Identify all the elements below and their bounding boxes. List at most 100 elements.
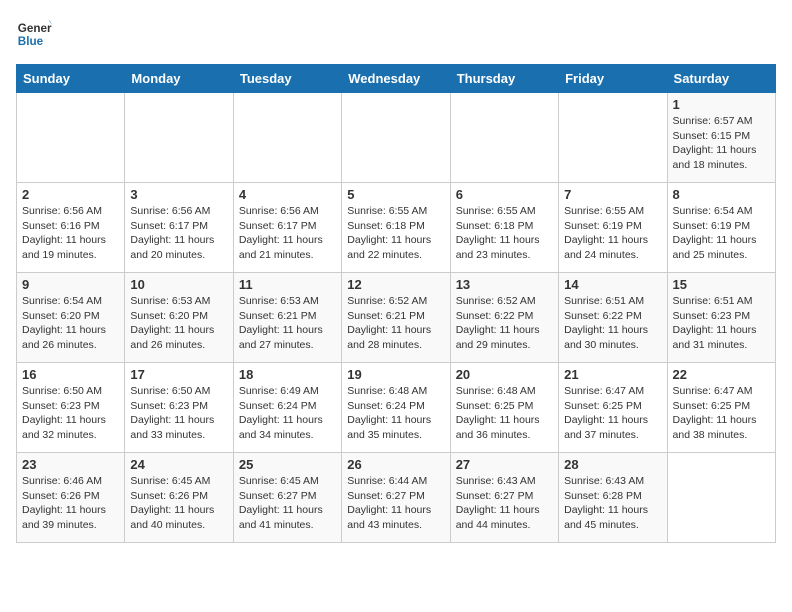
day-info: Sunrise: 6:46 AM Sunset: 6:26 PM Dayligh… xyxy=(22,474,119,533)
day-number: 3 xyxy=(130,187,227,202)
day-number: 11 xyxy=(239,277,336,292)
calendar-cell xyxy=(125,93,233,183)
day-number: 4 xyxy=(239,187,336,202)
day-number: 26 xyxy=(347,457,444,472)
day-number: 17 xyxy=(130,367,227,382)
day-number: 27 xyxy=(456,457,553,472)
day-number: 12 xyxy=(347,277,444,292)
calendar-cell: 11 Sunrise: 6:53 AM Sunset: 6:21 PM Dayli… xyxy=(233,273,341,363)
day-number: 16 xyxy=(22,367,119,382)
weekday-header-wednesday: Wednesday xyxy=(342,65,450,93)
calendar-cell: 21 Sunrise: 6:47 AM Sunset: 6:25 PM Dayli… xyxy=(559,363,667,453)
day-info: Sunrise: 6:45 AM Sunset: 6:26 PM Dayligh… xyxy=(130,474,227,533)
calendar-cell: 25 Sunrise: 6:45 AM Sunset: 6:27 PM Dayli… xyxy=(233,453,341,543)
calendar-cell: 7 Sunrise: 6:55 AM Sunset: 6:19 PM Daylig… xyxy=(559,183,667,273)
day-info: Sunrise: 6:43 AM Sunset: 6:28 PM Dayligh… xyxy=(564,474,661,533)
day-info: Sunrise: 6:47 AM Sunset: 6:25 PM Dayligh… xyxy=(673,384,770,443)
day-number: 25 xyxy=(239,457,336,472)
day-number: 6 xyxy=(456,187,553,202)
calendar-week-5: 23 Sunrise: 6:46 AM Sunset: 6:26 PM Dayli… xyxy=(17,453,776,543)
calendar-cell: 10 Sunrise: 6:53 AM Sunset: 6:20 PM Dayli… xyxy=(125,273,233,363)
calendar-week-3: 9Sunrise: 6:54 AM Sunset: 6:20 PM Daylig… xyxy=(17,273,776,363)
calendar-cell: 1 Sunrise: 6:57 AM Sunset: 6:15 PM Daylig… xyxy=(667,93,775,183)
weekday-header-friday: Friday xyxy=(559,65,667,93)
calendar-cell: 5Sunrise: 6:55 AM Sunset: 6:18 PM Daylig… xyxy=(342,183,450,273)
day-info: Sunrise: 6:55 AM Sunset: 6:18 PM Dayligh… xyxy=(347,204,444,263)
calendar-cell xyxy=(559,93,667,183)
calendar-week-4: 16 Sunrise: 6:50 AM Sunset: 6:23 PM Dayli… xyxy=(17,363,776,453)
logo: General Blue xyxy=(16,16,52,52)
calendar-cell: 15 Sunrise: 6:51 AM Sunset: 6:23 PM Dayli… xyxy=(667,273,775,363)
day-number: 20 xyxy=(456,367,553,382)
day-info: Sunrise: 6:56 AM Sunset: 6:16 PM Dayligh… xyxy=(22,204,119,263)
day-number: 7 xyxy=(564,187,661,202)
day-number: 18 xyxy=(239,367,336,382)
calendar-cell xyxy=(17,93,125,183)
svg-text:General: General xyxy=(18,22,52,35)
calendar-cell: 4 Sunrise: 6:56 AM Sunset: 6:17 PM Daylig… xyxy=(233,183,341,273)
calendar-cell: 2 Sunrise: 6:56 AM Sunset: 6:16 PM Daylig… xyxy=(17,183,125,273)
calendar-cell: 28 Sunrise: 6:43 AM Sunset: 6:28 PM Dayli… xyxy=(559,453,667,543)
day-number: 23 xyxy=(22,457,119,472)
calendar-cell: 23 Sunrise: 6:46 AM Sunset: 6:26 PM Dayli… xyxy=(17,453,125,543)
weekday-header-monday: Monday xyxy=(125,65,233,93)
day-info: Sunrise: 6:55 AM Sunset: 6:18 PM Dayligh… xyxy=(456,204,553,263)
calendar-cell: 8 Sunrise: 6:54 AM Sunset: 6:19 PM Daylig… xyxy=(667,183,775,273)
day-number: 1 xyxy=(673,97,770,112)
day-number: 21 xyxy=(564,367,661,382)
calendar-header: SundayMondayTuesdayWednesdayThursdayFrid… xyxy=(17,65,776,93)
day-number: 28 xyxy=(564,457,661,472)
calendar-cell xyxy=(233,93,341,183)
calendar-cell: 13 Sunrise: 6:52 AM Sunset: 6:22 PM Dayli… xyxy=(450,273,558,363)
calendar-table: SundayMondayTuesdayWednesdayThursdayFrid… xyxy=(16,64,776,543)
day-info: Sunrise: 6:50 AM Sunset: 6:23 PM Dayligh… xyxy=(22,384,119,443)
day-number: 13 xyxy=(456,277,553,292)
calendar-cell: 24 Sunrise: 6:45 AM Sunset: 6:26 PM Dayli… xyxy=(125,453,233,543)
calendar-week-2: 2 Sunrise: 6:56 AM Sunset: 6:16 PM Daylig… xyxy=(17,183,776,273)
day-info: Sunrise: 6:53 AM Sunset: 6:21 PM Dayligh… xyxy=(239,294,336,353)
logo-icon: General Blue xyxy=(16,16,52,52)
calendar-cell: 6 Sunrise: 6:55 AM Sunset: 6:18 PM Daylig… xyxy=(450,183,558,273)
calendar-cell: 22 Sunrise: 6:47 AM Sunset: 6:25 PM Dayli… xyxy=(667,363,775,453)
calendar-week-1: 1 Sunrise: 6:57 AM Sunset: 6:15 PM Daylig… xyxy=(17,93,776,183)
day-number: 22 xyxy=(673,367,770,382)
day-info: Sunrise: 6:55 AM Sunset: 6:19 PM Dayligh… xyxy=(564,204,661,263)
day-number: 10 xyxy=(130,277,227,292)
day-info: Sunrise: 6:47 AM Sunset: 6:25 PM Dayligh… xyxy=(564,384,661,443)
day-info: Sunrise: 6:52 AM Sunset: 6:22 PM Dayligh… xyxy=(456,294,553,353)
calendar-cell: 27 Sunrise: 6:43 AM Sunset: 6:27 PM Dayli… xyxy=(450,453,558,543)
day-number: 2 xyxy=(22,187,119,202)
calendar-cell: 18 Sunrise: 6:49 AM Sunset: 6:24 PM Dayli… xyxy=(233,363,341,453)
calendar-cell: 9Sunrise: 6:54 AM Sunset: 6:20 PM Daylig… xyxy=(17,273,125,363)
weekday-header-thursday: Thursday xyxy=(450,65,558,93)
day-info: Sunrise: 6:43 AM Sunset: 6:27 PM Dayligh… xyxy=(456,474,553,533)
day-number: 19 xyxy=(347,367,444,382)
day-info: Sunrise: 6:45 AM Sunset: 6:27 PM Dayligh… xyxy=(239,474,336,533)
day-info: Sunrise: 6:51 AM Sunset: 6:22 PM Dayligh… xyxy=(564,294,661,353)
calendar-cell xyxy=(667,453,775,543)
day-info: Sunrise: 6:50 AM Sunset: 6:23 PM Dayligh… xyxy=(130,384,227,443)
calendar-cell xyxy=(450,93,558,183)
calendar-cell: 3 Sunrise: 6:56 AM Sunset: 6:17 PM Daylig… xyxy=(125,183,233,273)
calendar-cell xyxy=(342,93,450,183)
calendar-cell: 14 Sunrise: 6:51 AM Sunset: 6:22 PM Dayli… xyxy=(559,273,667,363)
day-info: Sunrise: 6:56 AM Sunset: 6:17 PM Dayligh… xyxy=(130,204,227,263)
day-info: Sunrise: 6:56 AM Sunset: 6:17 PM Dayligh… xyxy=(239,204,336,263)
svg-text:Blue: Blue xyxy=(18,35,44,48)
day-info: Sunrise: 6:53 AM Sunset: 6:20 PM Dayligh… xyxy=(130,294,227,353)
day-info: Sunrise: 6:52 AM Sunset: 6:21 PM Dayligh… xyxy=(347,294,444,353)
weekday-header-tuesday: Tuesday xyxy=(233,65,341,93)
day-number: 15 xyxy=(673,277,770,292)
day-number: 14 xyxy=(564,277,661,292)
calendar-cell: 17 Sunrise: 6:50 AM Sunset: 6:23 PM Dayli… xyxy=(125,363,233,453)
weekday-header-saturday: Saturday xyxy=(667,65,775,93)
day-number: 24 xyxy=(130,457,227,472)
day-info: Sunrise: 6:57 AM Sunset: 6:15 PM Dayligh… xyxy=(673,114,770,173)
day-info: Sunrise: 6:54 AM Sunset: 6:19 PM Dayligh… xyxy=(673,204,770,263)
calendar-cell: 26Sunrise: 6:44 AM Sunset: 6:27 PM Dayli… xyxy=(342,453,450,543)
day-info: Sunrise: 6:51 AM Sunset: 6:23 PM Dayligh… xyxy=(673,294,770,353)
day-number: 8 xyxy=(673,187,770,202)
page-header: General Blue xyxy=(16,16,776,52)
day-info: Sunrise: 6:49 AM Sunset: 6:24 PM Dayligh… xyxy=(239,384,336,443)
calendar-cell: 12 Sunrise: 6:52 AM Sunset: 6:21 PM Dayli… xyxy=(342,273,450,363)
